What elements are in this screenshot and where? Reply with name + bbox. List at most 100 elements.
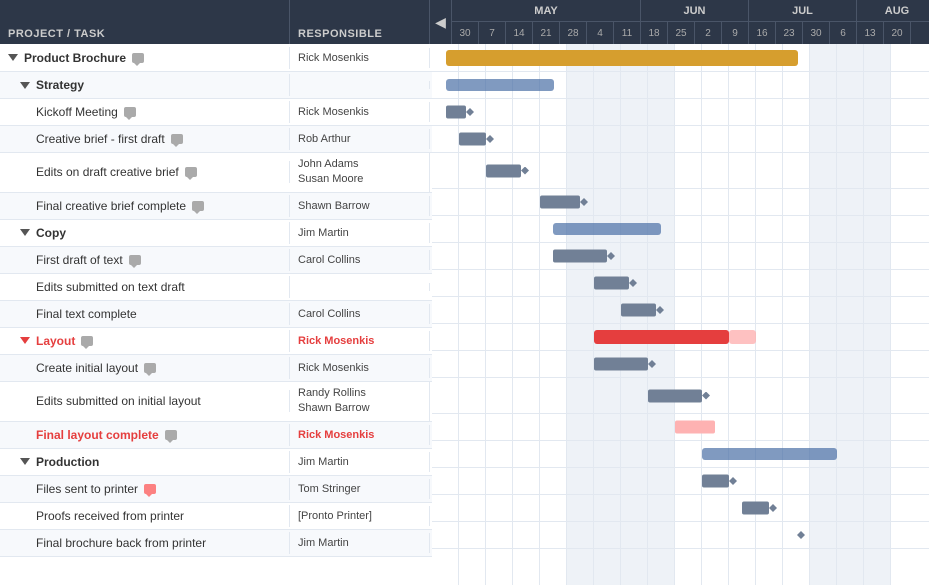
milestone-final-text [656, 306, 664, 314]
responsible-creative-brief: Rob Arthur [290, 129, 430, 149]
chart-row-layout [432, 324, 929, 351]
chat-icon-red[interactable] [144, 484, 156, 494]
responsible-create-layout: Rick Mosenkis [290, 358, 430, 378]
bar-edits-layout[interactable] [648, 389, 702, 402]
gantt-body: Product Brochure Rick Mosenkis Strategy … [0, 44, 929, 585]
bar-proofs-printer[interactable] [742, 502, 769, 515]
bar-kickoff[interactable] [446, 106, 466, 119]
chart-row-first-draft-text [432, 243, 929, 270]
row-strategy: Strategy [0, 72, 432, 99]
chart-row-final-text [432, 297, 929, 324]
expand-icon[interactable] [20, 458, 30, 465]
row-files-printer: Files sent to printer Tom Stringer [0, 476, 432, 503]
chat-icon[interactable] [165, 430, 177, 440]
expand-icon[interactable] [20, 82, 30, 89]
milestone-proofs-printer [769, 504, 777, 512]
chat-icon[interactable] [185, 167, 197, 177]
month-jul: JUL [749, 0, 857, 21]
chat-icon[interactable] [132, 53, 144, 63]
responsible-final-layout: Rick Mosenkis [290, 425, 430, 445]
task-label: Strategy [36, 78, 84, 92]
bar-edits-text[interactable] [594, 277, 629, 290]
task-label: Copy [36, 226, 66, 240]
bar-creative-brief[interactable] [459, 133, 486, 146]
bar-final-text[interactable] [621, 304, 656, 317]
row-final-creative: Final creative brief complete Shawn Barr… [0, 193, 432, 220]
chat-icon[interactable] [81, 336, 93, 346]
chat-icon[interactable] [171, 134, 183, 144]
expand-icon[interactable] [8, 54, 18, 61]
bar-edits-draft[interactable] [486, 164, 521, 177]
row-edits-layout: Edits submitted on initial layout Randy … [0, 382, 432, 422]
bar-production[interactable] [702, 448, 837, 460]
gantt-chart [432, 44, 929, 585]
chart-row-strategy [432, 72, 929, 99]
gantt-container: PROJECT / TASK RESPONSIBLE ◀ MAY JUN JUL… [0, 0, 929, 585]
chart-row-creative-brief [432, 126, 929, 153]
gantt-header: PROJECT / TASK RESPONSIBLE ◀ MAY JUN JUL… [0, 0, 929, 44]
responsible-first-draft-text: Carol Collins [290, 250, 430, 270]
row-final-layout: Final layout complete Rick Mosenkis [0, 422, 432, 449]
task-label: Edits submitted on text draft [36, 280, 185, 294]
task-label: Final layout complete [36, 428, 159, 442]
row-final-text: Final text complete Carol Collins [0, 301, 432, 328]
chart-row-edits-layout [432, 378, 929, 414]
bar-final-creative[interactable] [540, 196, 580, 209]
task-label: Edits submitted on initial layout [36, 394, 201, 408]
bar-copy[interactable] [553, 223, 661, 235]
task-label: Final text complete [36, 307, 137, 321]
week-6: 6 [830, 22, 857, 44]
chat-icon[interactable] [124, 107, 136, 117]
chart-row-kickoff [432, 99, 929, 126]
task-label: Product Brochure [24, 51, 126, 65]
milestone-edits-draft [521, 167, 529, 175]
week-30b: 30 [803, 22, 830, 44]
responsible-product-brochure: Rick Mosenkis [290, 48, 430, 68]
task-name-production: Production [0, 451, 290, 473]
chart-row-files-printer [432, 468, 929, 495]
row-creative-brief: Creative brief - first draft Rob Arthur [0, 126, 432, 153]
chat-icon[interactable] [192, 201, 204, 211]
task-name-final-brochure: Final brochure back from printer [0, 532, 290, 554]
week-21: 21 [533, 22, 560, 44]
task-name-kickoff: Kickoff Meeting [0, 101, 290, 123]
bar-layout-overlap[interactable] [729, 330, 756, 344]
chart-row-copy [432, 216, 929, 243]
chart-row-create-layout [432, 351, 929, 378]
week-16: 16 [749, 22, 776, 44]
bar-first-draft-text[interactable] [553, 250, 607, 263]
chat-icon[interactable] [129, 255, 141, 265]
task-name-final-layout: Final layout complete [0, 424, 290, 446]
chat-icon[interactable] [144, 363, 156, 373]
responsible-copy: Jim Martin [290, 223, 430, 243]
row-product-brochure: Product Brochure Rick Mosenkis [0, 44, 432, 72]
week-30: 30 [452, 22, 479, 44]
bar-strategy[interactable] [446, 79, 554, 91]
milestone-final-creative [580, 198, 588, 206]
responsible-strategy [290, 81, 430, 89]
bar-layout[interactable] [594, 330, 729, 344]
nav-left-button[interactable]: ◀ [430, 0, 452, 44]
row-kickoff: Kickoff Meeting Rick Mosenkis [0, 99, 432, 126]
task-name-files-printer: Files sent to printer [0, 478, 290, 500]
task-name-first-draft-text: First draft of text [0, 249, 290, 271]
months-header: MAY JUN JUL AUG 30 7 14 21 28 4 11 18 25… [452, 0, 929, 44]
bar-product-brochure[interactable] [446, 50, 798, 66]
expand-icon[interactable] [20, 337, 30, 344]
bar-final-layout[interactable] [675, 421, 715, 434]
milestone-final-brochure [797, 531, 805, 539]
chart-row-product-brochure [432, 44, 929, 72]
chart-row-final-brochure [432, 522, 929, 549]
task-label: Production [36, 455, 99, 469]
task-label: Final creative brief complete [36, 199, 186, 213]
task-name-create-layout: Create initial layout [0, 357, 290, 379]
bar-create-layout[interactable] [594, 358, 648, 371]
task-name-final-creative: Final creative brief complete [0, 195, 290, 217]
bar-files-printer[interactable] [702, 475, 729, 488]
task-label: Create initial layout [36, 361, 138, 375]
row-layout: Layout Rick Mosenkis [0, 328, 432, 355]
task-name-edits-draft: Edits on draft creative brief [0, 161, 290, 183]
milestone-create-layout [648, 360, 656, 368]
expand-icon[interactable] [20, 229, 30, 236]
task-name-final-text: Final text complete [0, 303, 290, 325]
